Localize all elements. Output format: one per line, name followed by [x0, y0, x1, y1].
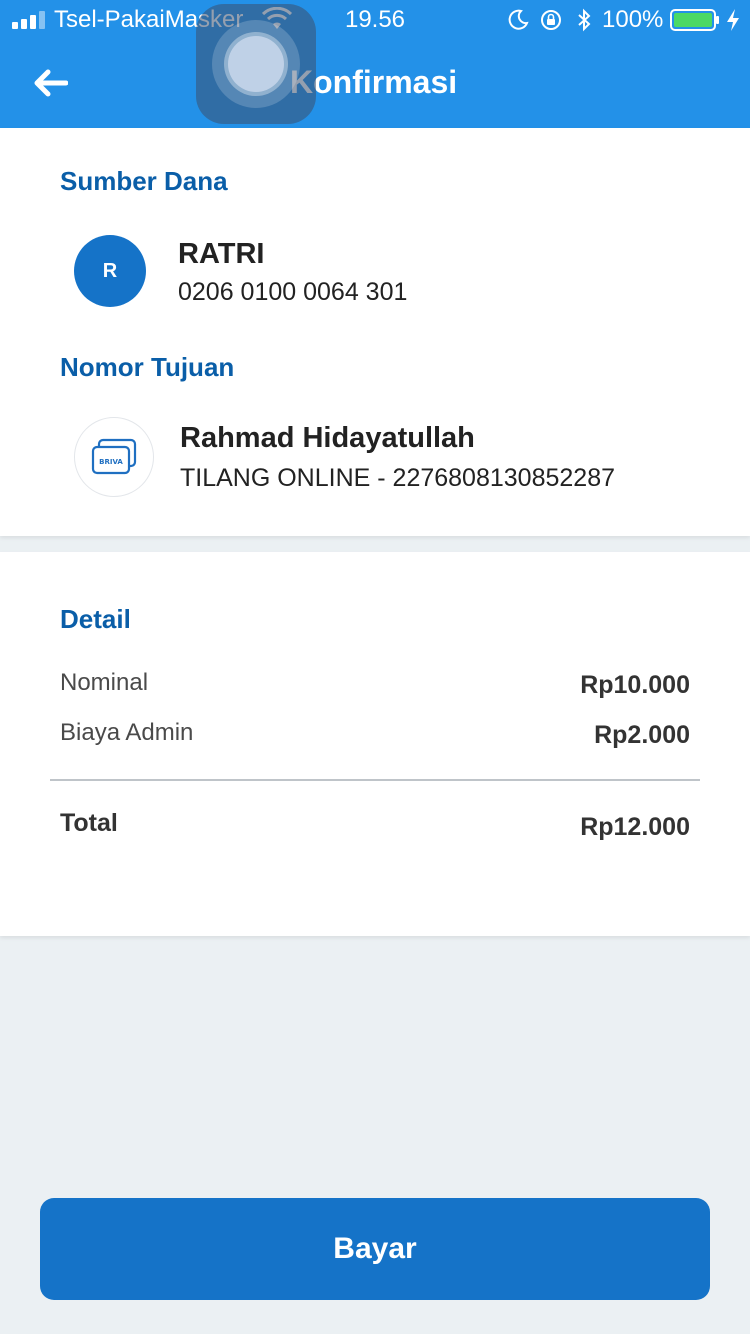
assistive-touch-button[interactable] — [196, 4, 316, 124]
destination-section-title: Nomor Tujuan — [60, 352, 235, 382]
rotation-lock-icon — [541, 10, 561, 30]
moon-icon — [508, 9, 529, 30]
charging-icon — [727, 9, 739, 31]
status-bar: Tsel-PakaiMasker 19.56 100% — [0, 0, 750, 40]
briva-card-icon: BRIVA — [91, 438, 137, 475]
source-account-number: 0206 0100 0064 301 — [178, 278, 408, 306]
admin-fee-label: Biaya Admin — [60, 719, 194, 746]
destination-name: Rahmad Hidayatullah — [180, 422, 475, 454]
detail-section-title: Detail — [60, 604, 131, 634]
assistive-core — [228, 36, 284, 92]
total-label: Total — [60, 809, 118, 837]
briva-logo: BRIVA — [74, 417, 154, 497]
admin-fee-value: Rp2.000 — [594, 721, 690, 749]
avatar-initial: R — [102, 259, 118, 282]
total-value: Rp12.000 — [580, 813, 690, 841]
arrow-left-icon — [34, 69, 68, 97]
avatar: R — [74, 235, 146, 307]
pay-button[interactable]: Bayar — [40, 1198, 710, 1300]
destination-detail: TILANG ONLINE - 2276808130852287 — [180, 464, 615, 492]
battery-percent: 100% — [602, 6, 664, 33]
battery-icon — [670, 9, 719, 31]
account-card: Sumber Dana R RATRI 0206 0100 0064 301 N… — [0, 128, 750, 536]
source-section-title: Sumber Dana — [60, 166, 228, 196]
app-header: Tsel-PakaiMasker 19.56 100% Konfirmasi — [0, 0, 750, 128]
divider — [50, 779, 700, 781]
bluetooth-icon — [578, 8, 591, 32]
nominal-value: Rp10.000 — [580, 671, 690, 699]
pay-button-label: Bayar — [333, 1232, 417, 1265]
back-button[interactable] — [22, 58, 78, 108]
nominal-label: Nominal — [60, 669, 149, 696]
briva-label: BRIVA — [99, 458, 123, 466]
source-name: RATRI — [178, 238, 265, 270]
detail-card: Detail Nominal Rp10.000 Biaya Admin Rp2.… — [0, 552, 750, 936]
